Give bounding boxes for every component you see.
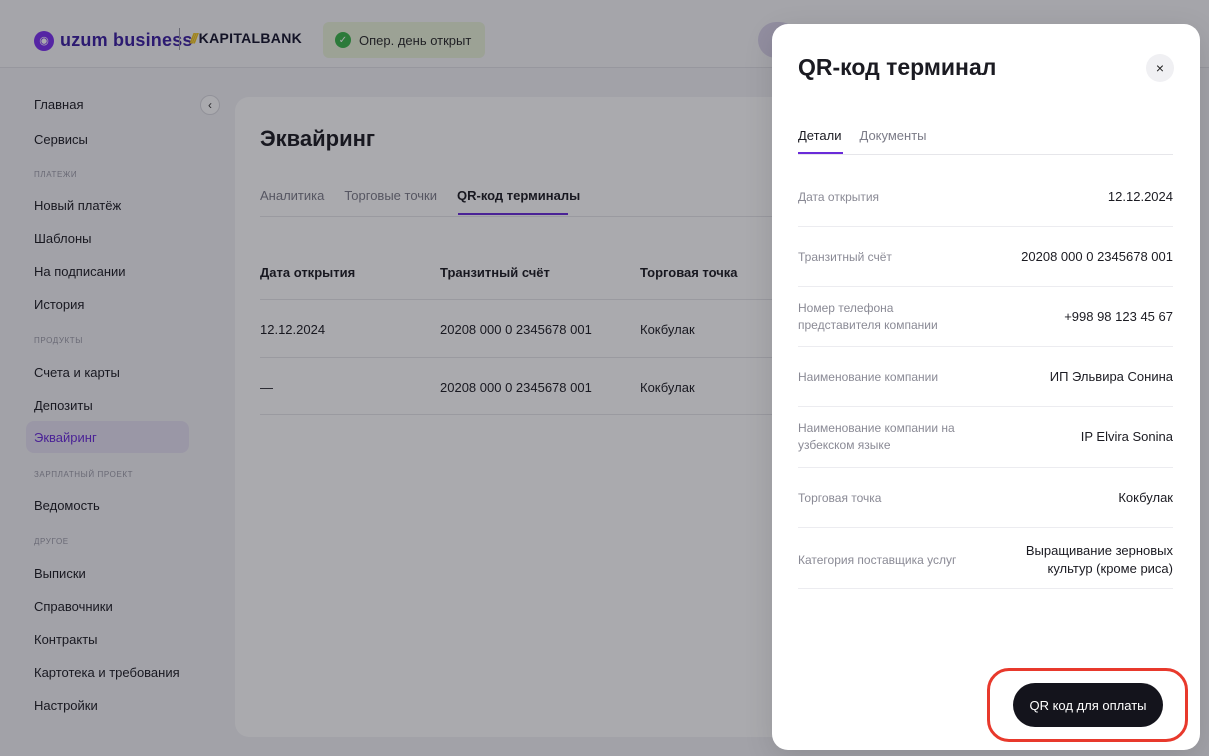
field-label: Дата открытия [798, 190, 880, 204]
field-transit-account: Транзитный счёт 20208 000 0 2345678 001 [798, 227, 1173, 287]
field-value: Выращивание зерновых культур (кроме риса… [1025, 543, 1173, 576]
field-label: Номер телефона представителя компании [798, 301, 938, 332]
field-value: +998 98 123 45 67 [1064, 309, 1173, 324]
field-value: ИП Эльвира Сонина [1049, 369, 1173, 384]
field-label: Наименование компании [798, 370, 939, 384]
tab-details[interactable]: Детали [798, 128, 842, 143]
drawer-title: QR-код терминал [798, 54, 997, 80]
field-trade-point: Торговая точка Кокбулак [798, 468, 1173, 528]
tab-documents[interactable]: Документы [860, 128, 927, 143]
field-open-date: Дата открытия 12.12.2024 [798, 167, 1173, 227]
qr-terminal-drawer: QR-код терминал × Детали Документы Дата … [772, 24, 1200, 750]
field-label: Транзитный счёт [798, 250, 892, 264]
field-representative-phone: Номер телефона представителя компании +9… [798, 287, 1173, 347]
drawer-tabs-divider [798, 154, 1173, 155]
field-company-name-uz: Наименование компании на узбекском языке… [798, 407, 1173, 468]
field-company-name: Наименование компании ИП Эльвира Сонина [798, 347, 1173, 407]
field-label: Наименование компании на узбекском языке [798, 421, 955, 452]
field-provider-category: Категория поставщика услуг Выращивание з… [798, 528, 1173, 589]
drawer-tabs: Детали Документы [798, 128, 945, 143]
qr-payment-button[interactable]: QR код для оплаты [1013, 683, 1163, 727]
field-value: 12.12.2024 [1107, 189, 1173, 204]
field-value: Кокбулак [1118, 490, 1173, 505]
close-icon: × [1155, 60, 1165, 76]
close-button[interactable]: × [1146, 54, 1174, 82]
field-label: Торговая точка [798, 491, 882, 505]
field-label: Категория поставщика услуг [798, 553, 957, 567]
field-value: 20208 000 0 2345678 001 [1021, 249, 1173, 264]
field-value: IP Elvira Sonina [1080, 429, 1173, 444]
